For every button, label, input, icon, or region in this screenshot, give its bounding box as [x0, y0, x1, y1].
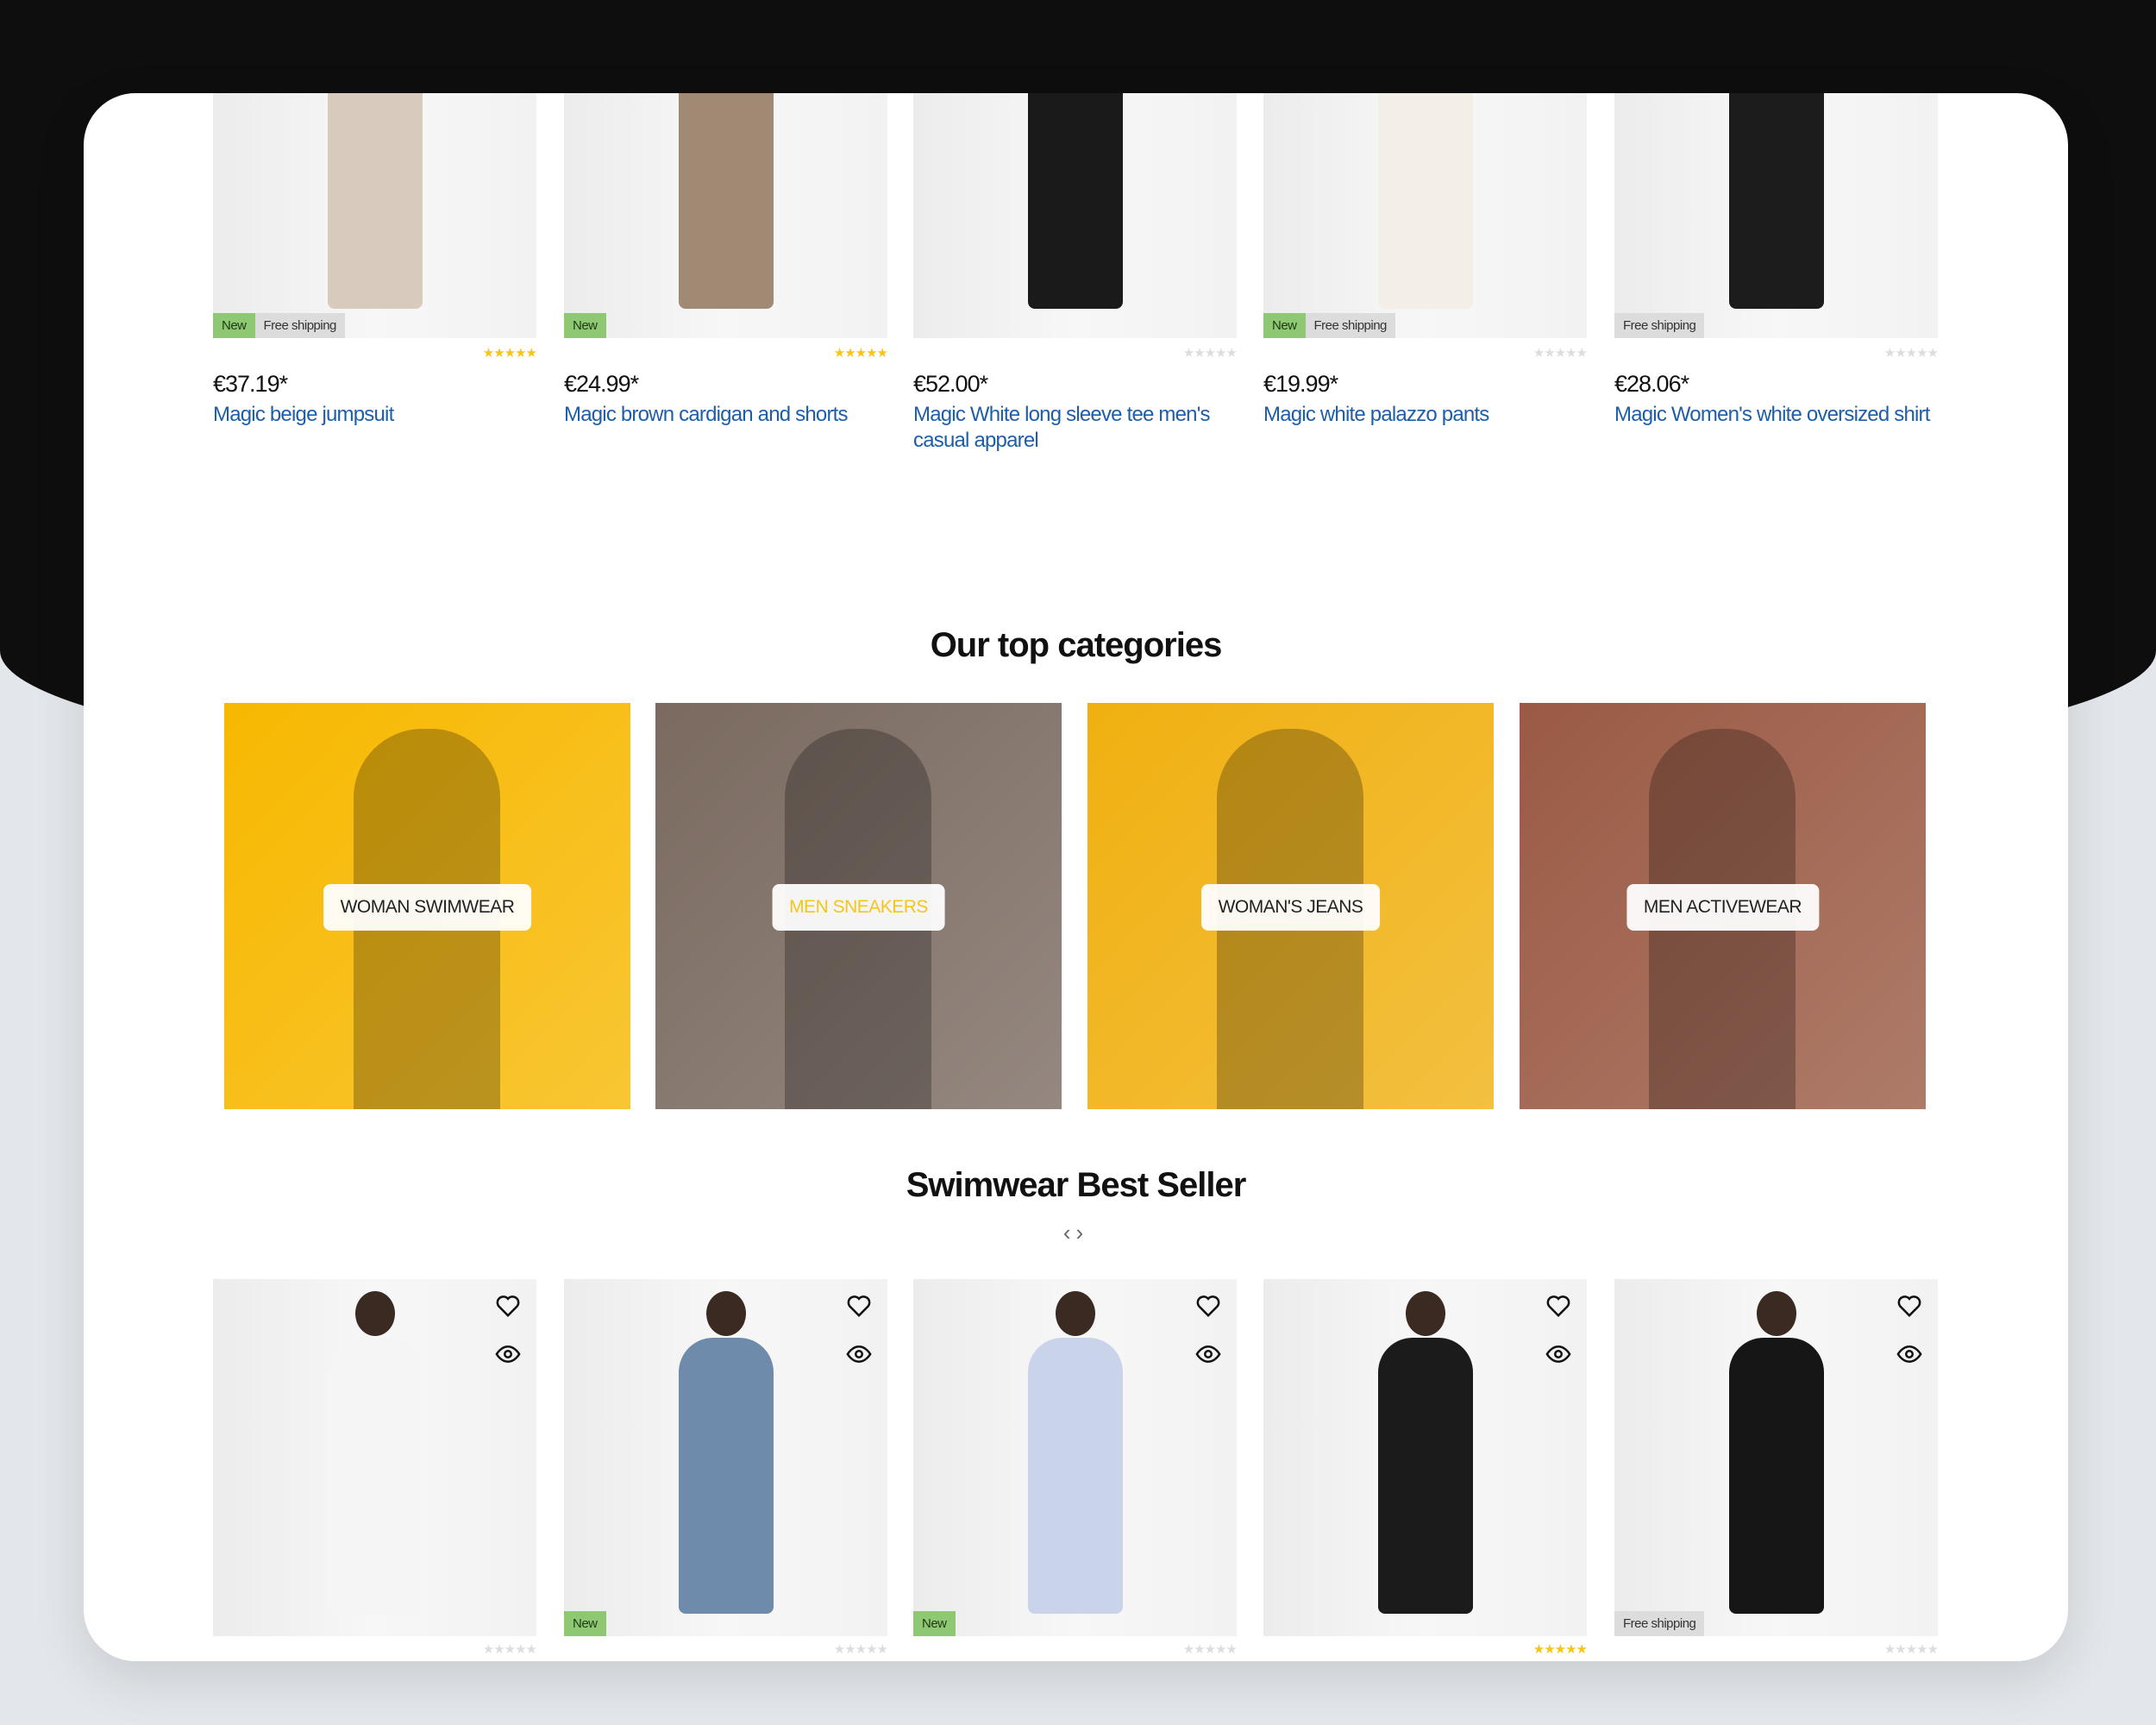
next-arrow-icon[interactable]: ›: [1076, 1220, 1089, 1245]
shop-page: New Free shipping ★★★★★ €37.19* Magic bei…: [84, 93, 2068, 1661]
product-card[interactable]: Free shipping ★★★★★: [1614, 1279, 1939, 1659]
heart-icon[interactable]: [1896, 1293, 1922, 1319]
rating-stars: ★★★★★: [482, 1642, 537, 1657]
rating-stars: ★★★★★: [1532, 1642, 1588, 1657]
category-label[interactable]: MEN ACTIVEWEAR: [1626, 884, 1820, 931]
new-badge: New: [564, 313, 606, 338]
product-name-link[interactable]: Magic Women's white oversized shirt: [1614, 402, 1938, 428]
category-label[interactable]: WOMAN SWIMWEAR: [323, 884, 532, 931]
badge-group: New: [564, 1611, 606, 1636]
badge-group: Free shipping: [1614, 1611, 1705, 1636]
model-figure: [1027, 1338, 1123, 1614]
product-price: €19.99*: [1263, 371, 1338, 397]
free-shipping-badge: Free shipping: [1614, 1611, 1705, 1636]
product-image[interactable]: [213, 1279, 536, 1636]
free-shipping-badge: Free shipping: [1614, 313, 1705, 338]
product-image[interactable]: New: [913, 1279, 1237, 1636]
category-label[interactable]: WOMAN'S JEANS: [1200, 884, 1381, 931]
new-badge: New: [913, 1611, 956, 1636]
model-figure: [1377, 1338, 1473, 1614]
free-shipping-badge: Free shipping: [1305, 313, 1395, 338]
model-head: [1756, 1291, 1796, 1336]
product-price: €24.99*: [564, 371, 639, 397]
badge-group: Free shipping: [1614, 313, 1705, 338]
eye-icon[interactable]: [846, 1341, 872, 1367]
rating-stars: ★★★★★: [833, 1642, 888, 1657]
product-image[interactable]: Free shipping: [1614, 1279, 1938, 1636]
product-card[interactable]: New ★★★★★: [564, 1279, 888, 1659]
product-card[interactable]: ★★★★★ €52.00* Magic White long sleeve te…: [913, 93, 1238, 455]
new-badge: New: [564, 1611, 606, 1636]
product-image[interactable]: New: [564, 1279, 887, 1636]
rating-stars: ★★★★★: [1182, 346, 1238, 361]
model-head: [1055, 1291, 1095, 1336]
eye-icon[interactable]: [1896, 1341, 1922, 1367]
category-label[interactable]: MEN SNEAKERS: [772, 884, 945, 931]
eye-icon[interactable]: [1545, 1341, 1571, 1367]
new-badge: New: [1263, 313, 1306, 338]
product-price: €37.19*: [213, 371, 288, 397]
heart-icon[interactable]: [1545, 1293, 1571, 1319]
prev-arrow-icon[interactable]: ‹: [1063, 1220, 1076, 1245]
product-card[interactable]: New ★★★★★: [913, 1279, 1238, 1659]
badge-group: New Free shipping: [1263, 313, 1395, 338]
product-image[interactable]: New Free shipping: [1263, 93, 1587, 338]
eye-icon[interactable]: [1195, 1341, 1221, 1367]
model-head: [705, 1291, 746, 1336]
model-figure: [678, 1338, 774, 1614]
heart-icon[interactable]: [495, 1293, 521, 1319]
category-tile[interactable]: WOMAN SWIMWEAR: [224, 703, 630, 1109]
model-figure: [327, 93, 423, 309]
product-image[interactable]: [913, 93, 1237, 338]
product-card[interactable]: New Free shipping ★★★★★ €19.99* Magic whi…: [1263, 93, 1588, 455]
badge-group: New Free shipping: [213, 313, 345, 338]
model-figure: [327, 1338, 423, 1614]
category-tile[interactable]: MEN ACTIVEWEAR: [1520, 703, 1926, 1109]
rating-stars: ★★★★★: [833, 346, 888, 361]
rating-stars: ★★★★★: [1883, 1642, 1939, 1657]
product-card[interactable]: ★★★★★: [1263, 1279, 1588, 1659]
product-name-link[interactable]: Magic White long sleeve tee men's casual…: [913, 402, 1237, 454]
category-tile[interactable]: MEN SNEAKERS: [655, 703, 1062, 1109]
product-price: €28.06*: [1614, 371, 1689, 397]
bestseller-title: Swimwear Best Seller: [906, 1166, 1247, 1204]
new-badge: New: [213, 313, 255, 338]
product-image[interactable]: Free shipping: [1614, 93, 1938, 338]
product-name-link[interactable]: Magic white palazzo pants: [1263, 402, 1587, 428]
heart-icon[interactable]: [846, 1293, 872, 1319]
model-figure: [1728, 93, 1824, 309]
free-shipping-badge: Free shipping: [254, 313, 345, 338]
product-card[interactable]: Free shipping ★★★★★ €28.06* Magic Women'…: [1614, 93, 1939, 455]
badge-group: New: [564, 313, 606, 338]
product-price: €52.00*: [913, 371, 988, 397]
model-head: [354, 1291, 395, 1336]
rating-stars: ★★★★★: [1182, 1642, 1238, 1657]
model-figure: [678, 93, 774, 309]
eye-icon[interactable]: [495, 1341, 521, 1367]
product-image[interactable]: [1263, 1279, 1587, 1636]
rating-stars: ★★★★★: [482, 346, 537, 361]
model-figure: [1728, 1338, 1824, 1614]
model-figure: [1377, 93, 1473, 309]
category-tile[interactable]: WOMAN'S JEANS: [1087, 703, 1494, 1109]
badge-group: New: [913, 1611, 956, 1636]
product-card[interactable]: New ★★★★★ €24.99* Magic brown cardigan a…: [564, 93, 888, 455]
product-image[interactable]: New Free shipping: [213, 93, 536, 338]
heart-icon[interactable]: [1195, 1293, 1221, 1319]
rating-stars: ★★★★★: [1883, 346, 1939, 361]
product-card[interactable]: ★★★★★: [213, 1279, 537, 1659]
top-categories-title: Our top categories: [930, 626, 1223, 664]
product-name-link[interactable]: Magic beige jumpsuit: [213, 402, 536, 428]
rating-stars: ★★★★★: [1532, 346, 1588, 361]
product-name-link[interactable]: Magic brown cardigan and shorts: [564, 402, 887, 428]
product-card[interactable]: New Free shipping ★★★★★ €37.19* Magic bei…: [213, 93, 537, 455]
model-figure: [1027, 93, 1123, 309]
product-image[interactable]: New: [564, 93, 887, 338]
model-head: [1405, 1291, 1445, 1336]
slider-arrows: ‹›: [84, 1220, 2068, 1246]
